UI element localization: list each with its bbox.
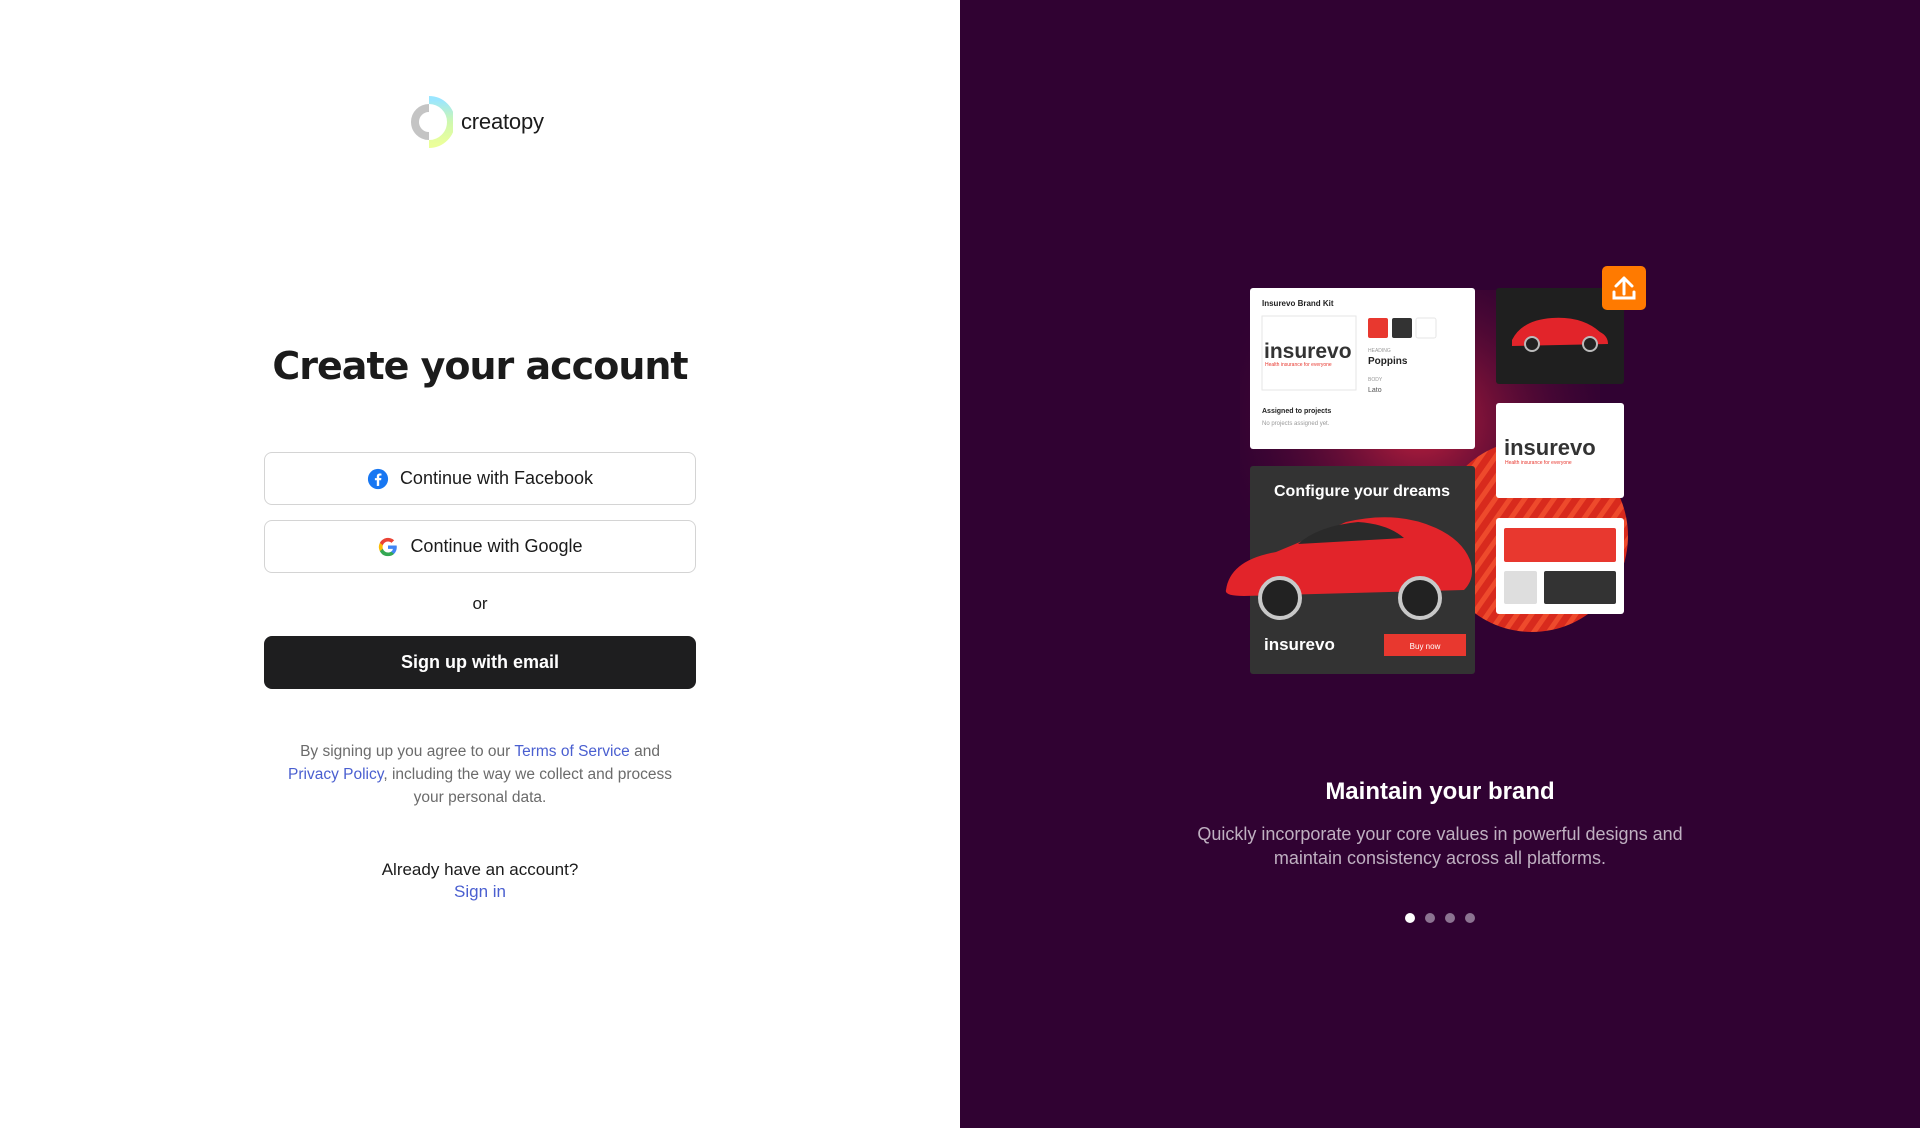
carousel-pagination — [960, 913, 1920, 923]
brand-kit-card: Insurevo Brand Kit insurevo Health insur… — [1250, 288, 1475, 449]
creatopy-logo-mark — [411, 96, 453, 148]
ad-headline: Configure your dreams — [1274, 483, 1450, 500]
promo-panel: Insurevo Brand Kit insurevo Health insur… — [960, 0, 1920, 1128]
carousel-dot-3[interactable] — [1445, 913, 1455, 923]
logo-card: insurevo Health insurance for everyone — [1496, 403, 1624, 498]
ad-logo: insurevo — [1264, 635, 1335, 654]
carousel-dot-1[interactable] — [1405, 913, 1415, 923]
or-divider: or — [472, 594, 488, 613]
brand-kit-title: Insurevo Brand Kit — [1262, 299, 1334, 308]
body-label: BODY — [1368, 377, 1383, 383]
creatopy-logo[interactable]: creatopy — [405, 94, 544, 150]
swatch-dark — [1392, 318, 1412, 338]
terms-of-service-link[interactable]: Terms of Service — [514, 743, 629, 760]
buy-now-label: Buy now — [1410, 642, 1441, 651]
feature-description: Quickly incorporate your core values in … — [1197, 824, 1683, 868]
layout-card — [1496, 518, 1624, 614]
logo-card-tagline: Health insurance for everyone — [1505, 460, 1572, 466]
heading-font: Poppins — [1368, 356, 1408, 367]
logo-wordmark: creatopy — [461, 109, 544, 134]
facebook-button-label: Continue with Facebook — [399, 468, 594, 488]
body-font: Lato — [1368, 387, 1382, 394]
assigned-empty: No projects assigned yet. — [1262, 421, 1330, 427]
sign-in-link[interactable]: Sign in — [454, 882, 506, 901]
heading-label: HEADING — [1368, 348, 1391, 354]
assigned-label: Assigned to projects — [1262, 408, 1331, 415]
legal-suffix: , including the way we collect and proce… — [383, 766, 672, 806]
brand-kit-illustration: Insurevo Brand Kit insurevo Health insur… — [1225, 266, 1646, 674]
privacy-policy-link[interactable]: Privacy Policy — [288, 766, 383, 783]
continue-with-google-button[interactable]: Continue with Google — [264, 520, 696, 573]
legal-and: and — [629, 743, 660, 760]
already-have-account-text: Already have an account? — [381, 860, 579, 879]
logo-card-wordmark: insurevo — [1504, 435, 1596, 460]
legal-notice: By signing up you agree to our Terms of … — [280, 740, 680, 809]
continue-with-facebook-button[interactable]: Continue with Facebook — [264, 452, 696, 505]
upload-icon — [1602, 266, 1646, 310]
swatch-red — [1368, 318, 1388, 338]
brand-kit-logo: insurevo — [1264, 340, 1352, 363]
feature-title: Maintain your brand — [1325, 778, 1555, 805]
legal-prefix: By signing up you agree to our — [300, 743, 515, 760]
brand-kit-tagline: Health insurance for everyone — [1265, 362, 1332, 368]
ad-preview-card: Configure your dreams insurevo Buy now — [1225, 466, 1475, 674]
sign-up-with-email-button[interactable]: Sign up with email — [264, 636, 696, 689]
swatch-white — [1415, 317, 1437, 339]
google-button-label: Continue with Google — [410, 536, 583, 556]
google-icon — [379, 537, 398, 556]
page-title: Create your account — [272, 344, 688, 388]
facebook-icon — [367, 468, 389, 489]
carousel-dot-4[interactable] — [1465, 913, 1475, 923]
carousel-dot-2[interactable] — [1425, 913, 1435, 923]
signup-panel: creatopy Create your account Continue wi… — [0, 0, 960, 1128]
